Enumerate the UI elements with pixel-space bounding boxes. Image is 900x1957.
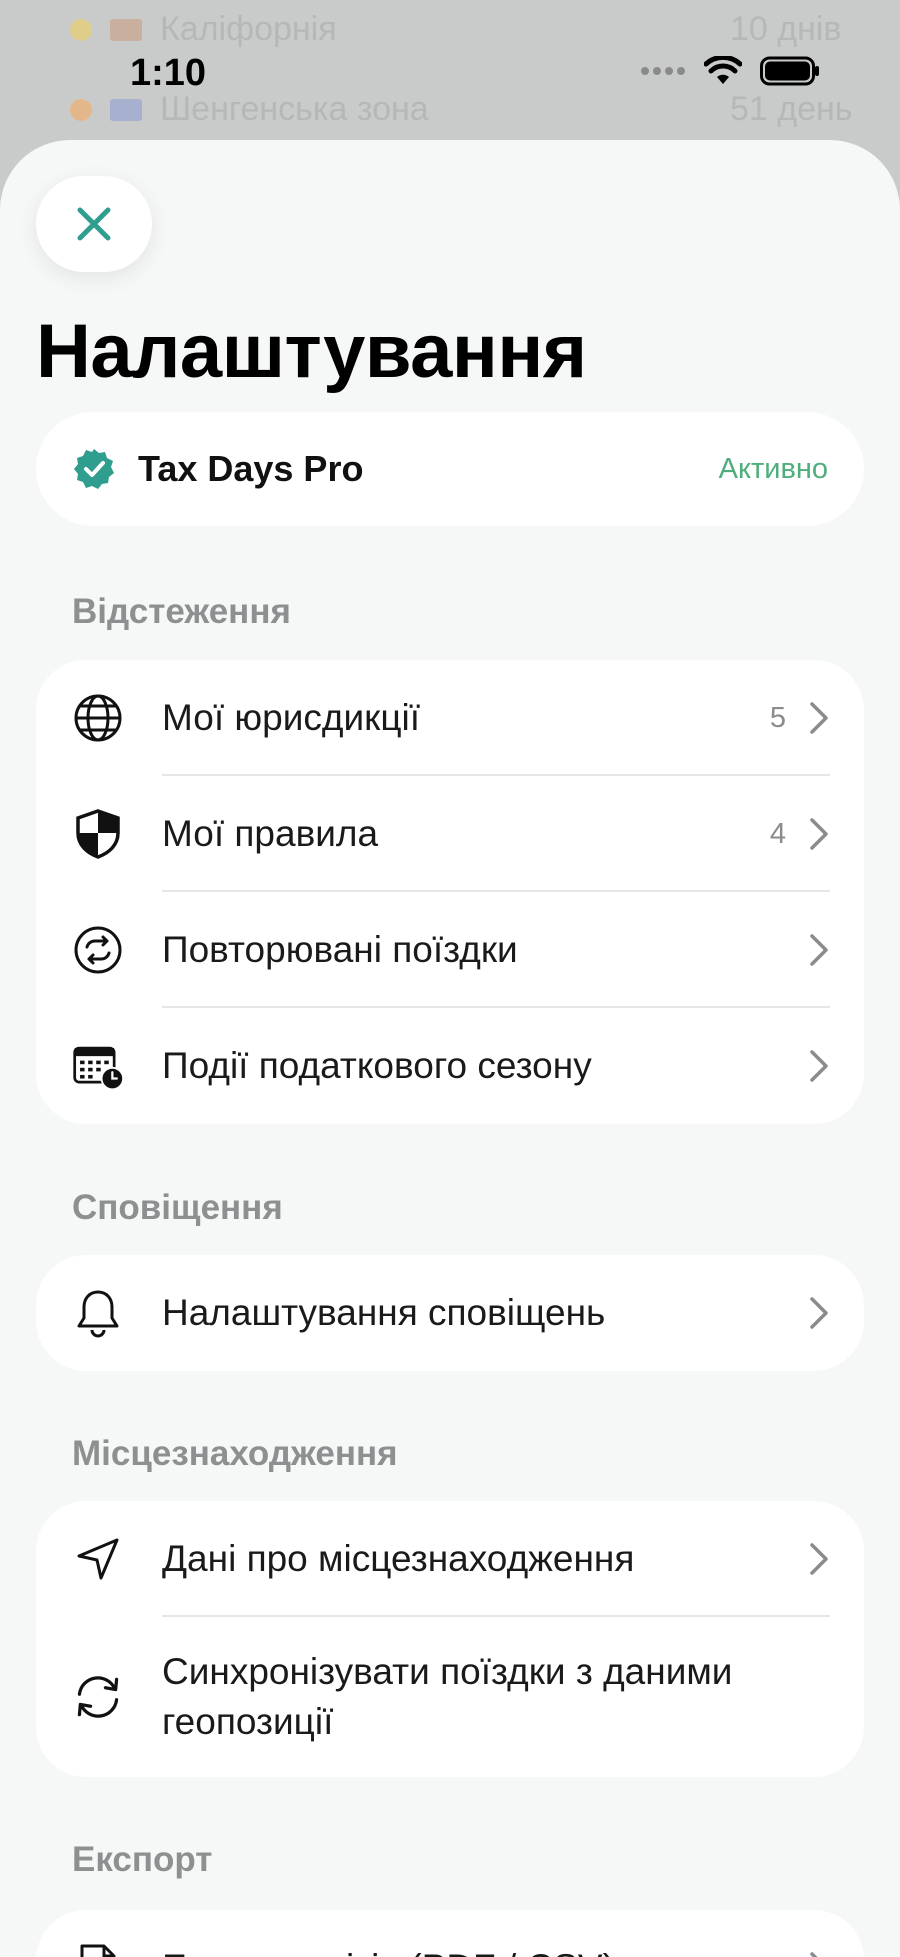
wifi-icon	[704, 56, 742, 84]
status-bar: 1:10	[0, 40, 900, 110]
status-time: 1:10	[130, 52, 207, 94]
row-label: Мої правила	[162, 813, 379, 854]
status-icons	[640, 56, 820, 86]
close-button[interactable]	[36, 176, 152, 272]
section-label-tracking: Відстеження	[72, 592, 291, 631]
row-count: 4	[769, 817, 786, 850]
row-label: Події податкового сезону	[162, 1045, 592, 1086]
pro-status-badge: Активно	[718, 452, 828, 485]
verified-badge-icon	[74, 449, 114, 489]
export-card: Експорт звітів (PDF / CSV)	[36, 1910, 864, 1957]
sync-icon	[72, 1671, 124, 1723]
row-label: Налаштування сповіщень	[162, 1292, 606, 1333]
chevron-right-icon	[808, 1950, 830, 1957]
row-export-reports[interactable]: Експорт звітів (PDF / CSV)	[36, 1910, 864, 1957]
chevron-right-icon	[808, 1295, 830, 1331]
calendar-clock-icon	[72, 1040, 124, 1092]
chevron-right-icon	[808, 816, 830, 852]
location-arrow-icon	[72, 1533, 124, 1585]
status-dot	[70, 18, 92, 41]
chevron-right-icon	[808, 932, 830, 968]
signal-icon	[641, 67, 685, 75]
bell-icon	[72, 1287, 124, 1339]
row-label: Дані про місцезнаходження	[162, 1538, 635, 1579]
chevron-right-icon	[808, 1541, 830, 1577]
location-card: Дані про місцезнаходження Синхронізувати…	[36, 1501, 864, 1777]
globe-icon	[72, 692, 124, 744]
row-tax-season-events[interactable]: Події податкового сезону	[36, 1008, 864, 1124]
flag-icon	[110, 18, 142, 41]
pro-title: Tax Days Pro	[138, 448, 364, 489]
row-sync-trips[interactable]: Синхронізувати поїздки з даними геопозиц…	[36, 1617, 864, 1777]
settings-sheet: Налаштування Tax Days Pro Активно Відсте…	[0, 140, 900, 1957]
section-label-export: Експорт	[72, 1840, 213, 1879]
section-label-notifications: Сповіщення	[72, 1188, 283, 1227]
notifications-card: Налаштування сповіщень	[36, 1255, 864, 1371]
row-recurring-trips[interactable]: Повторювані поїздки	[36, 892, 864, 1008]
chevron-right-icon	[808, 1048, 830, 1084]
row-label: Мої юрисдикції	[162, 697, 421, 738]
row-location-data[interactable]: Дані про місцезнаходження	[36, 1501, 864, 1617]
row-my-jurisdictions[interactable]: Мої юрисдикції 5	[36, 660, 864, 776]
row-label: Повторювані поїздки	[162, 929, 518, 970]
chevron-right-icon	[808, 700, 830, 736]
tracking-card: Мої юрисдикції 5 Мої правила 4 Повторюва…	[36, 660, 864, 1124]
section-label-location: Місцезнаходження	[72, 1434, 398, 1473]
row-my-rules[interactable]: Мої правила 4	[36, 776, 864, 892]
close-icon	[77, 207, 111, 241]
shield-icon	[72, 808, 124, 860]
row-label: Синхронізувати поїздки з даними геопозиц…	[162, 1651, 733, 1742]
page-title: Налаштування	[36, 309, 587, 394]
battery-icon	[760, 56, 819, 86]
document-icon	[72, 1942, 124, 1957]
row-label: Експорт звітів (PDF / CSV)	[162, 1947, 615, 1957]
row-notification-settings[interactable]: Налаштування сповіщень	[36, 1255, 864, 1371]
pro-subscription-card[interactable]: Tax Days Pro Активно	[36, 412, 864, 526]
row-count: 5	[769, 701, 786, 734]
repeat-icon	[72, 924, 124, 976]
